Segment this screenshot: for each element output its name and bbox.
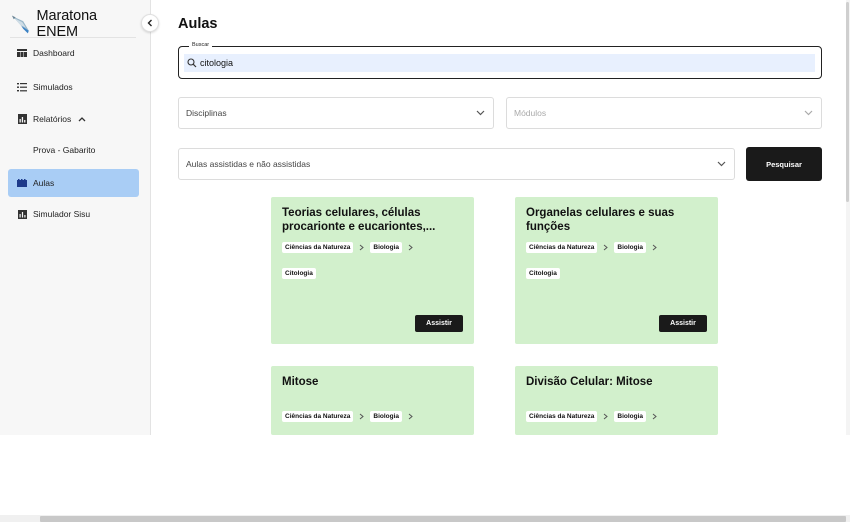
breadcrumb-subject: Biologia <box>370 242 403 253</box>
chevron-right-icon <box>408 413 413 420</box>
search-input-wrapper[interactable] <box>184 54 815 72</box>
search-input[interactable] <box>200 58 800 68</box>
sidebar: Maratona ENEM Dashboard Simulados Relató… <box>0 0 151 435</box>
breadcrumb: Ciências da Natureza Biologia <box>526 411 663 422</box>
breadcrumb: Ciências da Natureza Biologia <box>282 242 419 253</box>
breadcrumb-area: Ciências da Natureza <box>526 411 598 422</box>
chevron-right-icon <box>604 413 609 420</box>
chevron-right-icon <box>652 413 657 420</box>
sidebar-item-simulador-sisu[interactable]: Simulador Sisu <box>8 201 139 227</box>
sidebar-item-label: Dashboard <box>33 48 75 58</box>
video-icon <box>17 178 27 188</box>
breadcrumb: Ciências da Natureza Biologia <box>282 411 419 422</box>
chevron-down-icon <box>476 110 485 116</box>
chart-icon <box>17 209 27 219</box>
modulos-select[interactable]: Módulos <box>506 97 822 129</box>
breadcrumb-area: Ciências da Natureza <box>282 242 354 253</box>
chevron-up-icon <box>78 117 86 122</box>
disciplinas-select[interactable]: Disciplinas <box>178 97 494 129</box>
search-legend: Buscar <box>189 42 213 48</box>
assistir-button[interactable]: Assistir <box>415 315 463 332</box>
collapse-sidebar-button[interactable] <box>141 14 159 32</box>
pesquisar-button[interactable]: Pesquisar <box>746 147 822 181</box>
topic-tag: Citologia <box>526 268 560 279</box>
topic-tag: Citologia <box>282 268 316 279</box>
vertical-scrollbar[interactable] <box>846 0 850 435</box>
lesson-title: Mitose <box>282 376 319 388</box>
modulos-label: Módulos <box>514 108 547 118</box>
list-icon <box>17 82 27 92</box>
sidebar-item-label: Aulas <box>33 178 55 188</box>
breadcrumb-subject: Biologia <box>614 242 647 253</box>
breadcrumb-subject: Biologia <box>614 411 647 422</box>
assistir-button[interactable]: Assistir <box>659 315 707 332</box>
lesson-title: Teorias celulares, células procarionte e… <box>282 207 436 233</box>
lesson-card[interactable]: Divisão Celular: Mitose Ciências da Natu… <box>515 366 718 435</box>
chevron-right-icon <box>652 244 657 251</box>
brand[interactable]: Maratona ENEM <box>10 7 136 40</box>
disciplinas-label: Disciplinas <box>186 108 227 118</box>
app-window: Maratona ENEM Dashboard Simulados Relató… <box>0 0 850 522</box>
assistidas-select[interactable]: Aulas assistidas e não assistidas <box>178 148 735 180</box>
horizontal-scrollbar[interactable] <box>0 515 850 522</box>
rocket-logo-icon <box>11 15 29 33</box>
breadcrumb-area: Ciências da Natureza <box>282 411 354 422</box>
breadcrumb: Ciências da Natureza Biologia <box>526 242 663 253</box>
sidebar-item-dashboard[interactable]: Dashboard <box>8 40 139 66</box>
lesson-title: Organelas celulares e suas funções <box>526 207 675 233</box>
chevron-left-icon <box>147 19 152 27</box>
chevron-down-icon <box>804 110 813 116</box>
horizontal-scrollbar-thumb[interactable] <box>40 516 846 522</box>
dashboard-icon <box>17 48 27 58</box>
sidebar-item-relatorios[interactable]: Relatórios <box>8 106 139 132</box>
chevron-down-icon <box>717 161 726 167</box>
lesson-title: Divisão Celular: Mitose <box>526 376 653 388</box>
breadcrumb-subject: Biologia <box>370 411 403 422</box>
assistidas-label: Aulas assistidas e não assistidas <box>186 159 311 169</box>
sidebar-item-simulados[interactable]: Simulados <box>8 74 139 100</box>
page-title: Aulas <box>178 16 218 32</box>
sidebar-subitem-prova-gabarito[interactable]: Prova - Gabarito <box>33 145 95 155</box>
sidebar-item-label: Simulador Sisu <box>33 209 91 219</box>
lesson-card[interactable]: Mitose Ciências da Natureza Biologia <box>271 366 474 435</box>
lesson-card[interactable]: Teorias celulares, células procarionte e… <box>271 197 474 344</box>
main-content: Aulas Buscar Disciplinas Módulos Aulas a… <box>152 0 850 435</box>
sidebar-item-label: Simulados <box>33 82 73 92</box>
search-icon <box>187 58 197 68</box>
sidebar-item-label: Relatórios <box>33 114 72 124</box>
vertical-scrollbar-thumb[interactable] <box>846 2 849 202</box>
chevron-right-icon <box>360 413 365 420</box>
report-icon <box>17 114 27 124</box>
search-field[interactable]: Buscar <box>178 42 822 79</box>
brand-name: Maratona ENEM <box>36 7 98 40</box>
lesson-card[interactable]: Organelas celulares e suas funções Ciênc… <box>515 197 718 344</box>
chevron-right-icon <box>360 244 365 251</box>
breadcrumb-area: Ciências da Natureza <box>526 242 598 253</box>
sidebar-item-aulas[interactable]: Aulas <box>8 169 139 197</box>
chevron-right-icon <box>408 244 413 251</box>
chevron-right-icon <box>604 244 609 251</box>
empty-area <box>0 435 850 515</box>
